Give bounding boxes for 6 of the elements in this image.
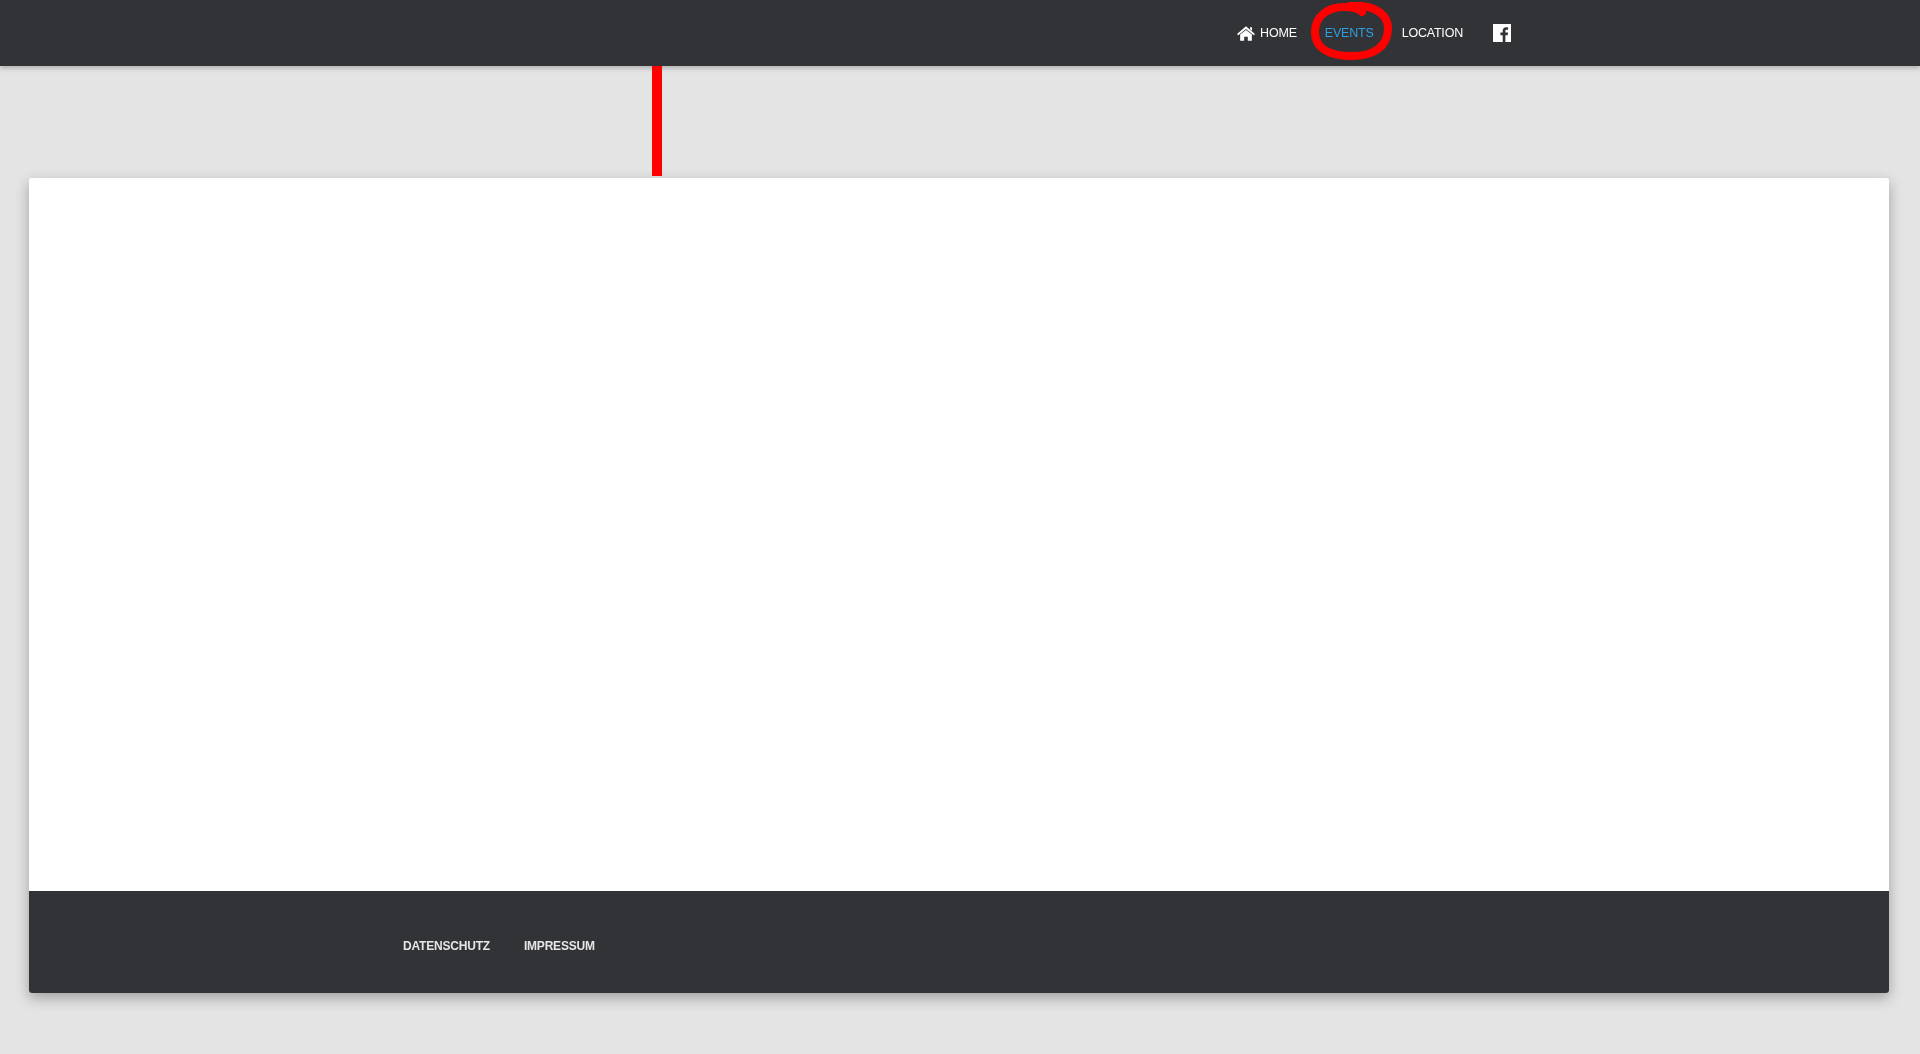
footer-link[interactable]: DATENSCHUTZ xyxy=(403,939,490,953)
nav-link[interactable]: LOCATION xyxy=(1387,0,1477,66)
nav-link[interactable]: EVENTS xyxy=(1310,0,1388,66)
home-icon xyxy=(1237,25,1256,41)
nav-link[interactable]: HOME xyxy=(1223,0,1311,66)
footer-link[interactable]: IMPRESSUM xyxy=(523,939,595,953)
